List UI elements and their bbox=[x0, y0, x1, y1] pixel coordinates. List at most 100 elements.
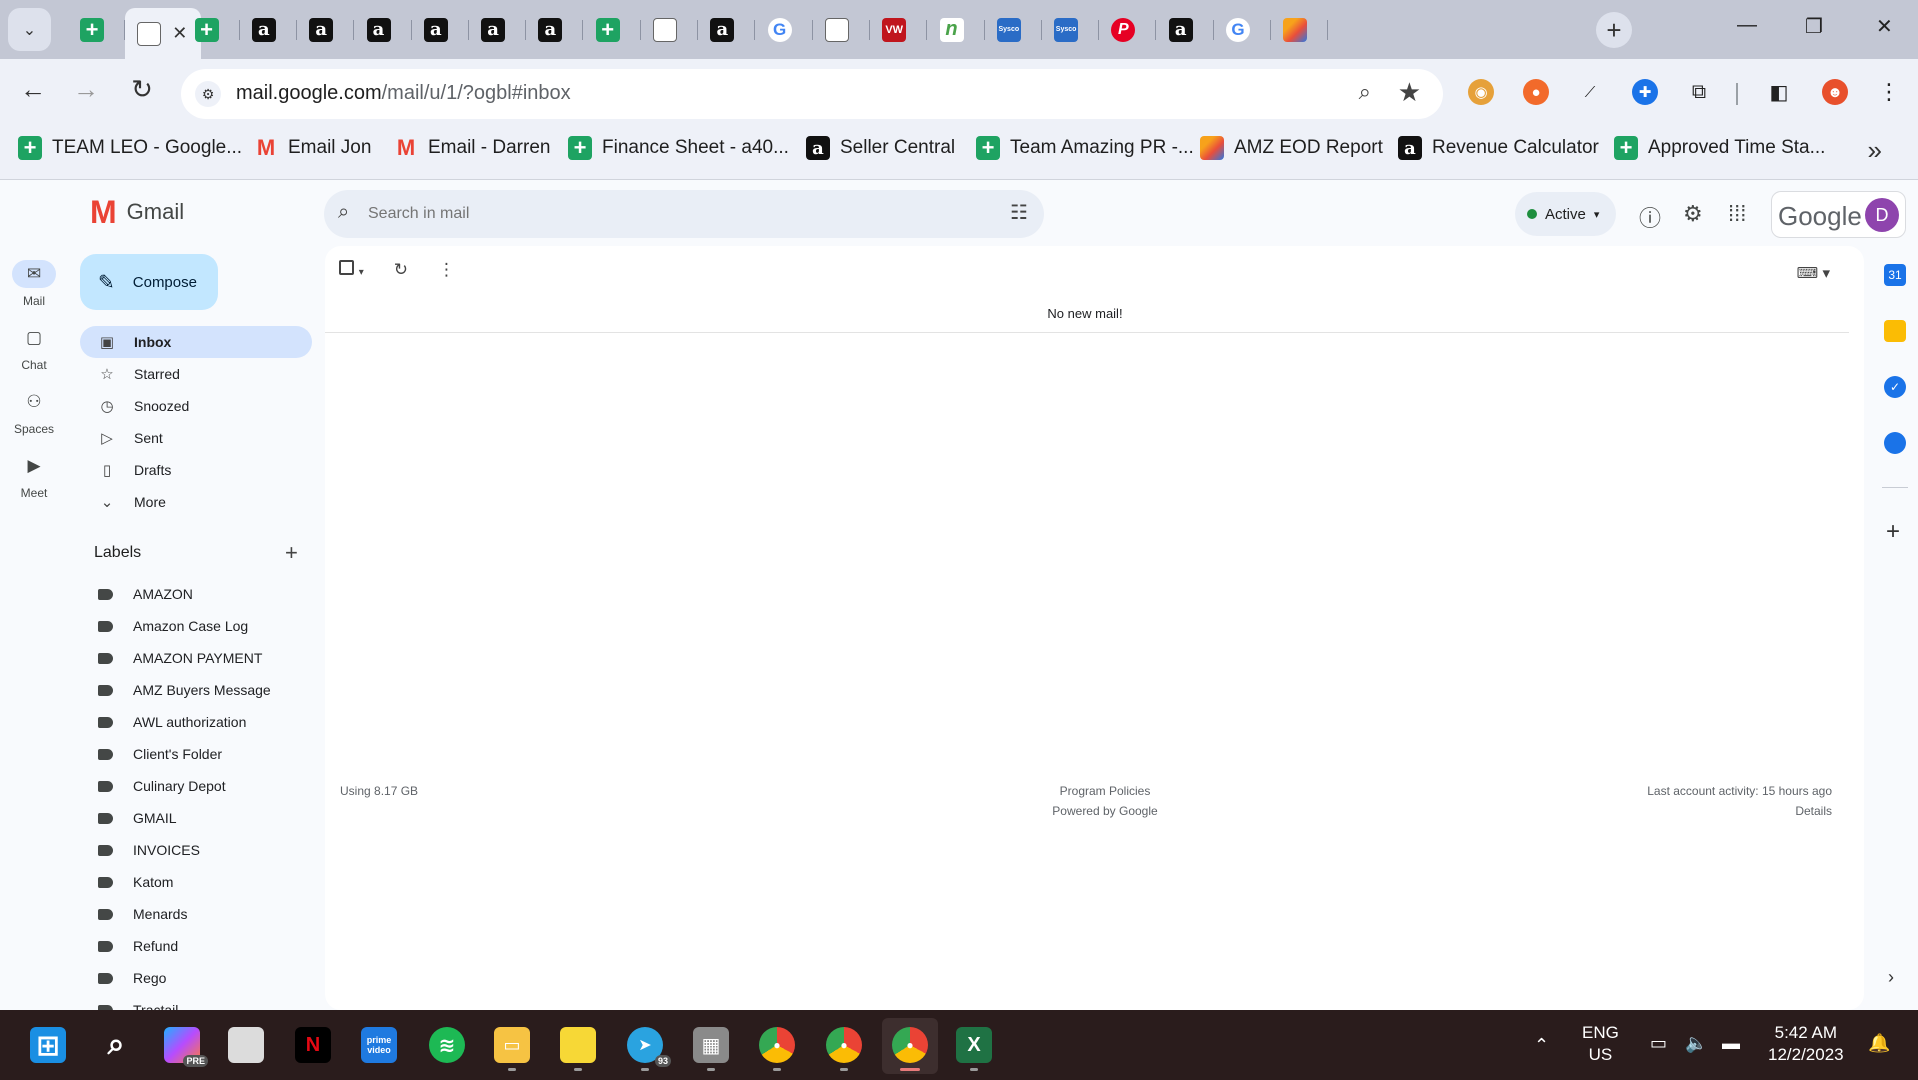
apps-grid-icon[interactable]: ⁞⁞⁞ bbox=[1728, 201, 1746, 227]
back-button[interactable]: ← bbox=[17, 74, 49, 105]
task-view-icon[interactable] bbox=[228, 1027, 264, 1063]
battery-icon[interactable]: ▬ bbox=[1722, 1032, 1740, 1054]
select-all-checkbox[interactable]: ▾ bbox=[339, 260, 364, 280]
bookmark-item[interactable]: AMZ EOD Report bbox=[1200, 136, 1383, 160]
browser-tab[interactable]: a bbox=[240, 8, 297, 51]
search-icon[interactable]: ⌕ bbox=[98, 1027, 134, 1063]
label-item[interactable]: Culinary Depot bbox=[80, 770, 312, 802]
copilot-pre-icon[interactable]: PRE bbox=[164, 1027, 208, 1067]
browser-tab[interactable]: G bbox=[1214, 8, 1271, 51]
label-item[interactable]: AMAZON bbox=[80, 578, 312, 610]
add-label-button[interactable]: + bbox=[285, 540, 298, 566]
chrome-icon[interactable]: ● bbox=[826, 1027, 862, 1063]
sidebar-item-drafts[interactable]: ▯ Drafts bbox=[80, 454, 312, 486]
restore-window-icon[interactable]: ❐ bbox=[1805, 14, 1823, 39]
settings-gear-icon[interactable]: ⚙ bbox=[1683, 201, 1703, 227]
tab-search-button[interactable]: ⌄ bbox=[8, 8, 51, 51]
label-item[interactable]: Katom bbox=[80, 866, 312, 898]
bookmark-item[interactable]: + Approved Time Sta... bbox=[1614, 136, 1825, 160]
address-bar[interactable]: ⚙ mail.google.com/mail/u/1/?ogbl#inbox ⌕… bbox=[181, 69, 1443, 119]
label-item[interactable]: Amazon Case Log bbox=[80, 610, 312, 642]
url-text[interactable]: mail.google.com/mail/u/1/?ogbl#inbox bbox=[236, 82, 571, 105]
netflix-icon[interactable]: N bbox=[295, 1027, 331, 1063]
bookmarks-overflow-icon[interactable]: » bbox=[1868, 135, 1882, 166]
new-tab-button[interactable]: + bbox=[1596, 12, 1632, 48]
forward-button[interactable]: → bbox=[70, 74, 102, 105]
calculator-icon[interactable]: ▦ bbox=[693, 1027, 729, 1063]
browser-tab[interactable]: a bbox=[698, 8, 756, 51]
help-icon[interactable]: ⓘ bbox=[1639, 201, 1661, 233]
label-item[interactable]: AMAZON PAYMENT bbox=[80, 642, 312, 674]
more-menu-icon[interactable]: ⋮ bbox=[1876, 79, 1902, 105]
browser-tab[interactable]: a bbox=[1157, 8, 1214, 51]
sidebar-item-sent[interactable]: ▷ Sent bbox=[80, 422, 312, 454]
notifications-bell-icon[interactable]: 🔔 bbox=[1868, 1032, 1890, 1054]
details-link[interactable]: Details bbox=[1647, 801, 1832, 821]
site-settings-icon[interactable]: ⚙ bbox=[195, 81, 221, 107]
browser-tab[interactable] bbox=[641, 8, 698, 51]
extensions-puzzle-icon[interactable]: ⧉ bbox=[1686, 79, 1712, 105]
browser-tab[interactable]: VW bbox=[870, 8, 928, 51]
label-item[interactable]: AMZ Buyers Message bbox=[80, 674, 312, 706]
sidebar-item-inbox[interactable]: ▣ Inbox bbox=[80, 326, 312, 358]
sticky-notes-icon[interactable] bbox=[560, 1027, 596, 1063]
side-panel-icon[interactable]: ◧ bbox=[1766, 79, 1792, 105]
bookmark-item[interactable]: + TEAM LEO - Google... bbox=[18, 136, 242, 160]
show-hidden-icons[interactable]: ⌃ bbox=[1534, 1034, 1549, 1056]
compose-button[interactable]: ✎ Compose bbox=[80, 254, 218, 310]
browser-tab[interactable]: Sysco bbox=[1042, 8, 1100, 51]
input-tools-keyboard-icon[interactable]: ⌨ ▾ bbox=[1797, 264, 1830, 282]
browser-tab[interactable] bbox=[813, 8, 870, 51]
prime-video-icon[interactable]: prime video bbox=[361, 1027, 397, 1063]
bookmark-item[interactable]: M Email Jon bbox=[254, 135, 372, 160]
browser-tab[interactable]: a bbox=[297, 8, 355, 51]
rail-item-spaces[interactable]: ⚇ Spaces bbox=[0, 388, 68, 436]
browser-tab[interactable]: + bbox=[584, 8, 641, 51]
extension-fox-icon[interactable]: ◉ bbox=[1468, 79, 1494, 105]
search-input[interactable] bbox=[368, 190, 968, 238]
browser-tab[interactable]: a bbox=[412, 8, 469, 51]
contacts-icon[interactable] bbox=[1884, 432, 1906, 454]
hide-side-panel-icon[interactable]: › bbox=[1888, 967, 1894, 988]
rail-item-chat[interactable]: ▢ Chat bbox=[0, 324, 68, 372]
browser-tab[interactable] bbox=[1271, 8, 1329, 51]
account-switcher[interactable]: Google D bbox=[1771, 191, 1906, 238]
browser-tab[interactable]: a bbox=[355, 8, 412, 51]
label-item[interactable]: INVOICES bbox=[80, 834, 312, 866]
refresh-icon[interactable]: ↻ bbox=[394, 260, 408, 280]
calendar-icon[interactable]: 31 bbox=[1884, 264, 1906, 286]
windows-start-icon[interactable]: ⊞ bbox=[30, 1027, 66, 1063]
clock[interactable]: 5:42 AM 12/2/2023 bbox=[1768, 1022, 1844, 1066]
label-item[interactable]: Menards bbox=[80, 898, 312, 930]
chrome-icon[interactable]: ● bbox=[892, 1027, 928, 1063]
reload-button[interactable]: ↻ bbox=[126, 74, 158, 105]
file-explorer-icon[interactable]: ▭ bbox=[494, 1027, 530, 1063]
label-item[interactable]: AWL authorization bbox=[80, 706, 312, 738]
browser-tab[interactable]: G bbox=[756, 8, 813, 51]
telegram-icon[interactable]: ➤ 93 bbox=[627, 1027, 671, 1067]
search-options-icon[interactable]: ☷ bbox=[1010, 200, 1028, 225]
chrome-icon[interactable]: ● bbox=[759, 1027, 795, 1063]
volume-icon[interactable]: 🔈 bbox=[1685, 1032, 1707, 1054]
tasks-icon[interactable]: ✓ bbox=[1884, 376, 1906, 398]
sidebar-item-more[interactable]: ⌄ More bbox=[80, 486, 312, 518]
sidebar-item-snoozed[interactable]: ◷ Snoozed bbox=[80, 390, 312, 422]
network-icon[interactable]: ▭ bbox=[1650, 1032, 1667, 1054]
label-item[interactable]: GMAIL bbox=[80, 802, 312, 834]
excel-icon[interactable]: X bbox=[956, 1027, 992, 1063]
bookmark-item[interactable]: + Finance Sheet - a40... bbox=[568, 136, 789, 160]
status-dropdown[interactable]: Active ▾ bbox=[1515, 192, 1616, 236]
browser-tab[interactable]: Sysco bbox=[985, 8, 1042, 51]
spotify-icon[interactable]: ≋ bbox=[429, 1027, 465, 1063]
label-item[interactable]: Refund bbox=[80, 930, 312, 962]
browser-tab[interactable]: a bbox=[469, 8, 527, 51]
extension-arrow-icon[interactable]: ⟋ bbox=[1577, 79, 1603, 105]
browser-tab[interactable]: + bbox=[68, 8, 125, 51]
minimize-icon[interactable]: — bbox=[1737, 14, 1757, 37]
gmail-logo[interactable]: M Gmail bbox=[90, 196, 184, 228]
zoom-icon[interactable]: ⌕ bbox=[1359, 79, 1371, 105]
sidebar-item-starred[interactable]: ☆ Starred bbox=[80, 358, 312, 390]
label-item[interactable]: Client's Folder bbox=[80, 738, 312, 770]
search-icon[interactable]: ⌕ bbox=[338, 201, 349, 224]
profile-avatar-icon[interactable]: ☻ bbox=[1822, 79, 1848, 105]
